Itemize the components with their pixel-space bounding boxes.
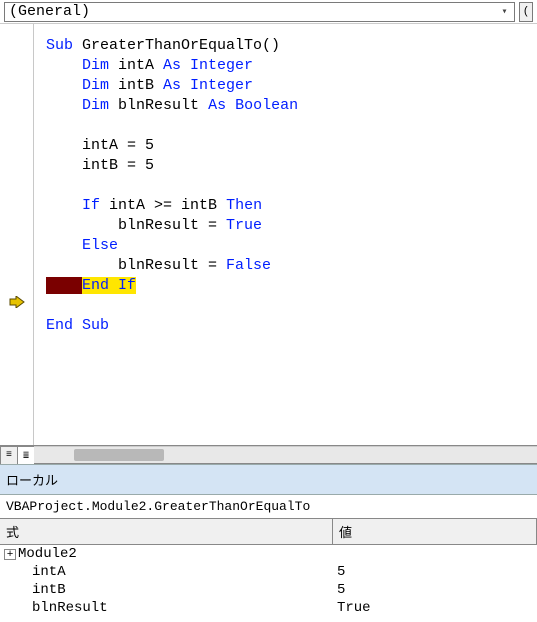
procedure-view-tab[interactable]: ≡ <box>0 446 18 464</box>
current-line-endif: End If <box>82 277 136 294</box>
keyword-dim: Dim <box>82 57 109 74</box>
var-a-decl: intA <box>109 57 163 74</box>
locals-grid-header: 式 値 <box>0 519 537 545</box>
result-false-lhs: blnResult = <box>118 257 226 274</box>
column-header-value[interactable]: 値 <box>333 519 537 544</box>
object-procedure-bar: (General) ▾ ( <box>0 0 537 24</box>
keyword-false: False <box>226 257 271 274</box>
keyword-as-integer: As Integer <box>163 57 253 74</box>
keyword-dim: Dim <box>82 77 109 94</box>
code-margin[interactable] <box>0 24 34 463</box>
locals-var-name: intA <box>32 564 66 580</box>
locals-rows: +Module2intA5intB5blnResultTrue <box>0 545 537 617</box>
assign-a: intA = 5 <box>82 137 154 154</box>
keyword-if: If <box>82 197 100 214</box>
keyword-end-sub: End Sub <box>46 317 109 334</box>
locals-row[interactable]: intB 5 <box>0 581 537 599</box>
scope-value: (General) <box>9 3 90 20</box>
var-b-decl: intB <box>109 77 163 94</box>
keyword-as-integer: As Integer <box>163 77 253 94</box>
locals-row[interactable]: intA 5 <box>0 563 537 581</box>
current-line-arrow-icon <box>8 295 26 309</box>
locals-var-name: blnResult <box>32 600 108 616</box>
locals-var-value <box>333 546 537 562</box>
keyword-true: True <box>226 217 262 234</box>
sub-name: GreaterThanOrEqualTo() <box>73 37 280 54</box>
horizontal-scrollbar[interactable] <box>34 446 537 463</box>
chevron-down-icon: ▾ <box>497 5 512 20</box>
highlight-prefix <box>46 277 82 294</box>
if-condition: intA >= intB <box>100 197 226 214</box>
locals-context: VBAProject.Module2.GreaterThanOrEqualTo <box>0 495 537 519</box>
keyword-else: Else <box>82 237 118 254</box>
code-pane: Sub GreaterThanOrEqualTo() Dim intA As I… <box>0 24 537 464</box>
locals-panel-title: ローカル <box>0 464 537 495</box>
var-r-decl: blnResult <box>109 97 208 114</box>
procedure-dropdown-fragment[interactable]: ( <box>519 2 533 22</box>
full-module-view-tab[interactable]: ≣ <box>17 446 35 464</box>
locals-var-name: Module2 <box>18 546 77 562</box>
scrollbar-thumb[interactable] <box>74 449 164 461</box>
view-tabs: ≡ ≣ <box>0 445 537 463</box>
keyword-dim: Dim <box>82 97 109 114</box>
code-editor[interactable]: Sub GreaterThanOrEqualTo() Dim intA As I… <box>34 24 537 463</box>
result-true-lhs: blnResult = <box>118 217 226 234</box>
locals-var-value: 5 <box>333 582 537 598</box>
assign-b: intB = 5 <box>82 157 154 174</box>
locals-row[interactable]: blnResult True <box>0 599 537 617</box>
scope-dropdown[interactable]: (General) ▾ <box>4 2 515 22</box>
locals-row[interactable]: +Module2 <box>0 545 537 563</box>
locals-var-value: 5 <box>333 564 537 580</box>
locals-var-name: intB <box>32 582 66 598</box>
column-header-expression[interactable]: 式 <box>0 519 333 544</box>
keyword-then: Then <box>226 197 262 214</box>
locals-var-value: True <box>333 600 537 616</box>
keyword-as-boolean: As Boolean <box>208 97 298 114</box>
expand-icon[interactable]: + <box>4 549 16 560</box>
keyword-sub: Sub <box>46 37 73 54</box>
